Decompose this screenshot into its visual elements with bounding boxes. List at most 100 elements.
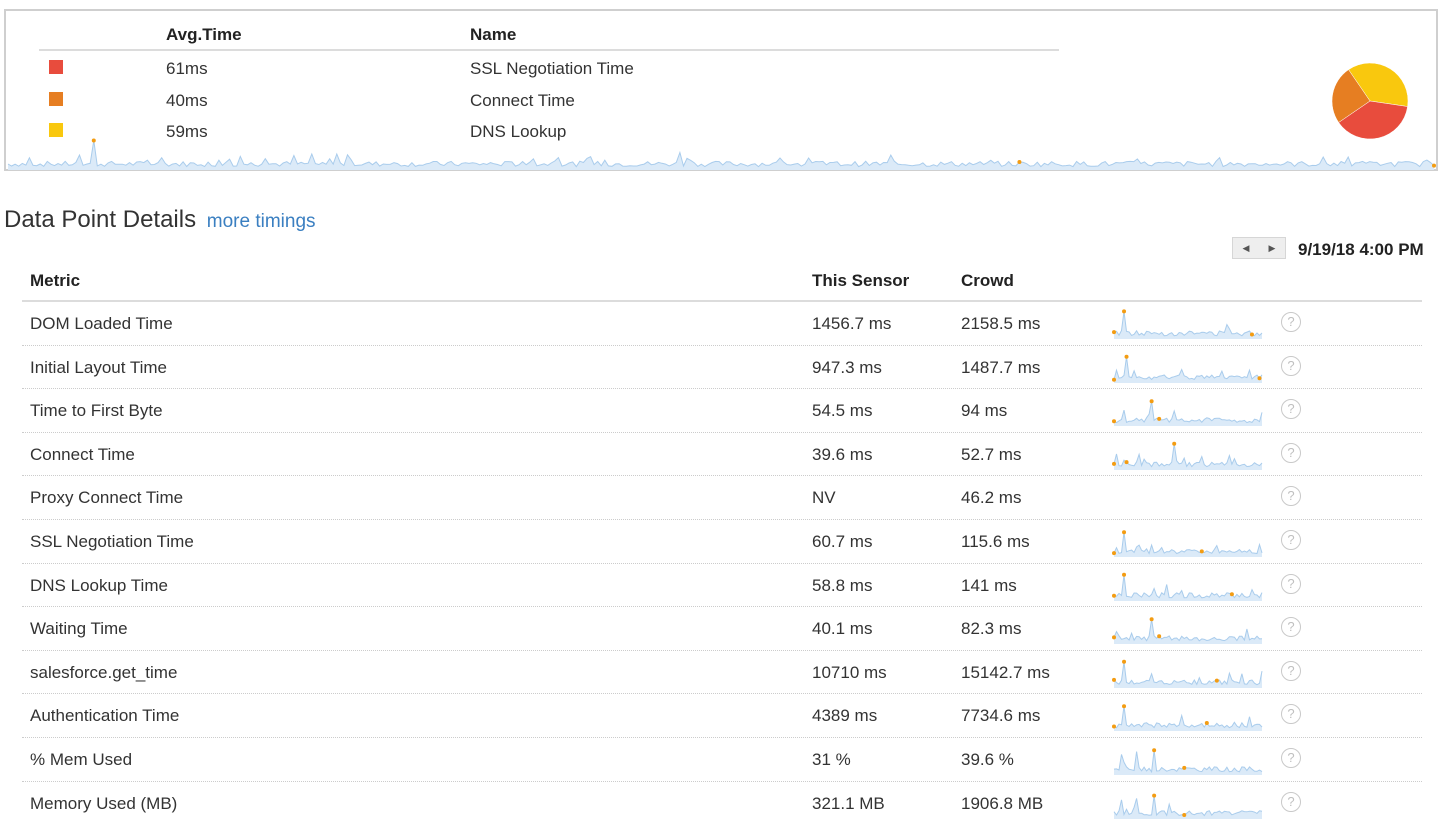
sparkline-marker — [1122, 704, 1127, 709]
help-icon[interactable]: ? — [1281, 704, 1301, 725]
help-icon[interactable]: ? — [1281, 617, 1301, 638]
sparkline-marker — [1122, 572, 1127, 577]
help-icon[interactable]: ? — [1281, 660, 1301, 681]
legend-swatch — [49, 91, 63, 106]
sensor-value: 31 % — [812, 749, 851, 769]
legend-avg: 40ms — [166, 90, 208, 110]
crowd-value: 1487.7 ms — [961, 357, 1041, 377]
name-header: Name — [470, 25, 517, 44]
sparkline-marker — [1112, 677, 1116, 682]
metric-name: Proxy Connect Time — [30, 488, 184, 508]
avg-time-header: Avg.Time — [166, 25, 242, 44]
crowd-value: 2158.5 ms — [961, 314, 1041, 333]
sensor-value: 40.1 ms — [812, 619, 873, 639]
sparkline-marker — [1149, 399, 1154, 404]
triangle-left-icon[interactable]: ◀ — [1243, 243, 1250, 254]
crowd-value: 141 ms — [961, 575, 1017, 595]
metric-sparkline — [1113, 793, 1263, 819]
metric-row: Waiting Time 40.1 ms 82.3 ms? — [22, 607, 1422, 651]
metric-name: SSL Negotiation Time — [30, 531, 194, 551]
legend-name: SSL Negotiation Time — [470, 59, 634, 78]
overview-sparkline — [7, 138, 1436, 170]
sparkline-marker — [1112, 377, 1116, 382]
metric-row: Connect Time 39.6 ms 52.7 ms? — [22, 433, 1422, 477]
metric-name: DOM Loaded Time — [30, 314, 173, 333]
metric-name: Memory Used (MB) — [30, 793, 178, 813]
crowd-value: 82.3 ms — [961, 619, 1022, 639]
metric-sparkline — [1112, 309, 1263, 339]
sparkline-marker — [1112, 724, 1116, 729]
metric-row: % Mem Used 31 % 39.6 %? — [22, 738, 1422, 782]
sparkline-marker — [1112, 635, 1116, 640]
crowd-value: 52.7 ms — [961, 444, 1022, 464]
sparkline-marker — [1124, 459, 1129, 464]
sparkline-marker — [1112, 593, 1116, 598]
more-timings-link[interactable]: more timings — [207, 211, 316, 232]
sparkline-marker — [1257, 375, 1262, 380]
help-icon[interactable]: ? — [1281, 442, 1301, 463]
metric-sparkline — [1113, 748, 1263, 775]
help-icon[interactable]: ? — [1281, 399, 1301, 420]
help-icon[interactable]: ? — [1281, 529, 1301, 550]
sparkline-marker — [1199, 549, 1204, 554]
metric-row: Initial Layout Time 947.3 ms 1487.7 ms? — [22, 346, 1422, 390]
sparkline-marker — [1157, 417, 1162, 422]
metric-sparkline — [1112, 572, 1263, 601]
sensor-value: 10710 ms — [812, 662, 887, 682]
help-icon[interactable]: ? — [1281, 355, 1301, 376]
help-icon[interactable]: ? — [1281, 486, 1301, 507]
date-label: 9/19/18 4:00 PM — [1298, 240, 1424, 259]
sparkline-marker — [1122, 659, 1127, 664]
sparkline-marker — [1182, 812, 1187, 817]
crowd-header: Crowd — [961, 271, 1014, 290]
sparkline-marker — [1017, 160, 1022, 165]
sparkline-marker — [1229, 591, 1234, 596]
sparkline-marker — [1112, 330, 1116, 335]
sensor-value: 4389 ms — [812, 706, 878, 726]
sensor-value: 1456.7 ms — [812, 314, 892, 333]
metric-name: Time to First Byte — [30, 401, 163, 421]
sparkline-marker — [1152, 748, 1157, 753]
metric-name: Waiting Time — [30, 619, 128, 639]
date-nav-group: ◀ ▶ — [1232, 237, 1286, 259]
metric-name: Connect Time — [30, 444, 135, 464]
legend-swatch — [49, 60, 63, 74]
help-icon[interactable]: ? — [1281, 573, 1301, 594]
sensor-value: 58.8 ms — [812, 575, 873, 595]
details-header: Metric This Sensor Crowd — [22, 262, 1422, 302]
metric-row: Authentication Time 4389 ms 7734.6 ms? — [22, 694, 1422, 738]
sparkline-marker — [1124, 354, 1129, 359]
metric-name: Authentication Time — [30, 706, 180, 726]
metric-sparkline — [1112, 441, 1263, 470]
crowd-value: 39.6 % — [961, 749, 1014, 769]
metric-row: salesforce.get_time 10710 ms 15142.7 ms? — [22, 651, 1422, 695]
pie-chart — [1331, 62, 1409, 140]
crowd-value: 7734.6 ms — [961, 706, 1041, 726]
legend-swatch — [49, 123, 63, 137]
metric-name: DNS Lookup Time — [30, 575, 168, 595]
legend-name: Connect Time — [470, 90, 575, 110]
sparkline-marker — [1112, 551, 1116, 556]
sensor-value: NV — [812, 488, 836, 508]
crowd-value: 94 ms — [961, 401, 1008, 421]
metric-row: Memory Used (MB) 321.1 MB 1906.8 MB? — [22, 782, 1422, 825]
section-title: Data Point Details more timings — [4, 206, 316, 234]
help-icon[interactable]: ? — [1281, 791, 1301, 812]
metric-sparkline — [1112, 659, 1263, 688]
sparkline-marker — [1122, 530, 1127, 535]
sparkline-marker — [1112, 461, 1116, 466]
sensor-value: 39.6 ms — [812, 444, 873, 464]
metric-row: SSL Negotiation Time 60.7 ms 115.6 ms? — [22, 520, 1422, 564]
legend-row: 40ms Connect Time — [39, 83, 1059, 115]
sparkline-marker — [1182, 765, 1187, 770]
metric-row: DNS Lookup Time 58.8 ms 141 ms? — [22, 564, 1422, 608]
crowd-value: 46.2 ms — [961, 488, 1022, 508]
help-icon[interactable]: ? — [1281, 747, 1301, 768]
sensor-value: 54.5 ms — [812, 401, 873, 421]
triangle-right-icon[interactable]: ▶ — [1269, 243, 1276, 254]
legend-table: Avg.Time Name 61ms SSL Negotiation Time 40… — [39, 11, 1059, 146]
metric-header: Metric — [30, 271, 81, 290]
sparkline-marker — [1204, 721, 1209, 726]
help-icon[interactable]: ? — [1281, 312, 1301, 332]
sparkline-marker — [1157, 634, 1162, 639]
